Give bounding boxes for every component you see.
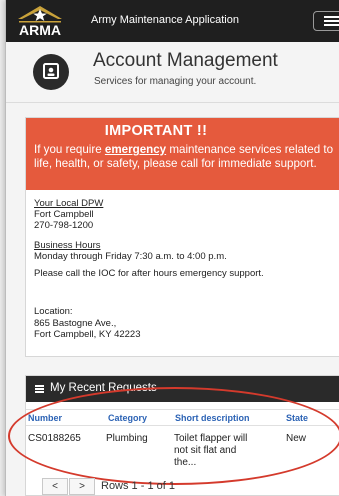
after-hours-note: Please call the IOC for after hours emer… (34, 268, 264, 279)
logo-text: ARMA (19, 22, 61, 38)
alert-body-prefix: If you require (34, 143, 105, 156)
list-icon (35, 385, 44, 393)
location-line-2: Fort Campbell, KY 42223 (34, 329, 141, 340)
column-header-number[interactable]: Number (28, 413, 62, 423)
request-state: New (286, 433, 307, 444)
request-short-description-l2: not sit flat and (174, 445, 237, 456)
table-header-row: Number Category Short description State (26, 409, 339, 426)
arma-logo[interactable]: ARMA (16, 2, 80, 40)
request-category: Plumbing (106, 433, 148, 444)
alert-title: IMPORTANT !! (104, 123, 208, 139)
column-header-category[interactable]: Category (108, 413, 147, 423)
important-info-card: IMPORTANT !! If you require emergency ma… (25, 117, 339, 357)
request-number[interactable]: CS0188265 (28, 433, 81, 445)
next-page-button[interactable]: > (69, 478, 95, 495)
app-title: Army Maintenance Application (91, 14, 239, 26)
app-frame: ARMA Army Maintenance Application Accoun… (5, 0, 339, 496)
request-short-description-l3: the... (174, 457, 197, 468)
column-header-short-description[interactable]: Short description (175, 413, 250, 423)
emergency-link[interactable]: emergency (105, 143, 166, 156)
business-hours-label: Business Hours (34, 240, 101, 251)
page-title: Account Management (93, 50, 278, 71)
business-hours-value: Monday through Friday 7:30 a.m. to 4:00 … (34, 251, 227, 262)
hamburger-icon[interactable] (313, 11, 339, 31)
logo-roof-icon: ARMA (18, 6, 62, 38)
page-subtitle: Services for managing your account. (94, 76, 257, 87)
top-navbar: ARMA Army Maintenance Application (6, 0, 339, 42)
recent-requests-header: My Recent Requests (26, 376, 339, 402)
local-dpw-phone[interactable]: 270-798-1200 (34, 220, 93, 232)
local-dpw-name: Fort Campbell (34, 209, 94, 220)
location-line-1: 865 Bastogne Ave., (34, 318, 117, 329)
location-label: Location: (34, 306, 73, 317)
id-card-icon (33, 54, 69, 90)
request-short-description-l1: Toilet flapper will (174, 433, 248, 444)
recent-requests-title: My Recent Requests (50, 382, 157, 394)
prev-page-button[interactable]: < (42, 478, 68, 495)
emergency-alert: IMPORTANT !! If you require emergency ma… (26, 118, 339, 190)
local-dpw-label: Your Local DPW (34, 198, 104, 209)
alert-body: If you require emergency maintenance ser… (34, 143, 334, 170)
column-header-state[interactable]: State (286, 413, 308, 423)
divider (6, 102, 339, 103)
rows-count-text: Rows 1 - 1 of 1 (101, 480, 175, 492)
